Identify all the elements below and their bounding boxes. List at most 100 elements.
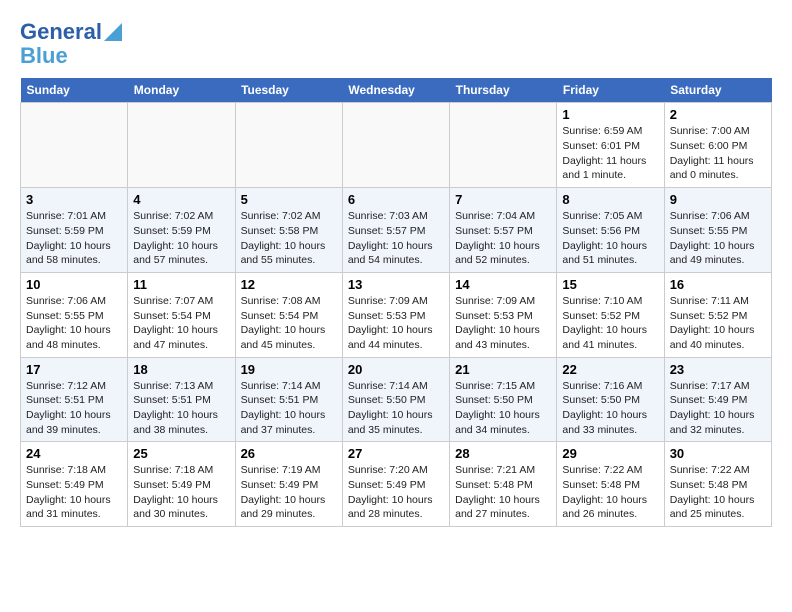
day-info: Sunrise: 7:01 AM Sunset: 5:59 PM Dayligh… — [26, 209, 122, 268]
day-number: 21 — [455, 362, 551, 377]
day-info: Sunrise: 7:13 AM Sunset: 5:51 PM Dayligh… — [133, 379, 229, 438]
day-info: Sunrise: 7:16 AM Sunset: 5:50 PM Dayligh… — [562, 379, 658, 438]
day-number: 27 — [348, 446, 444, 461]
day-number: 16 — [670, 277, 766, 292]
day-number: 17 — [26, 362, 122, 377]
day-number: 9 — [670, 192, 766, 207]
logo: General Blue — [20, 20, 122, 68]
day-info: Sunrise: 7:12 AM Sunset: 5:51 PM Dayligh… — [26, 379, 122, 438]
day-info: Sunrise: 6:59 AM Sunset: 6:01 PM Dayligh… — [562, 124, 658, 183]
calendar-cell — [342, 103, 449, 188]
day-info: Sunrise: 7:17 AM Sunset: 5:49 PM Dayligh… — [670, 379, 766, 438]
col-header-friday: Friday — [557, 78, 664, 103]
day-number: 3 — [26, 192, 122, 207]
day-info: Sunrise: 7:22 AM Sunset: 5:48 PM Dayligh… — [562, 463, 658, 522]
calendar-cell: 6 Sunrise: 7:03 AM Sunset: 5:57 PM Daylig… — [342, 188, 449, 273]
calendar-cell: 22 Sunrise: 7:16 AM Sunset: 5:50 PM Dayli… — [557, 357, 664, 442]
col-header-wednesday: Wednesday — [342, 78, 449, 103]
day-number: 1 — [562, 107, 658, 122]
day-info: Sunrise: 7:18 AM Sunset: 5:49 PM Dayligh… — [26, 463, 122, 522]
day-info: Sunrise: 7:19 AM Sunset: 5:49 PM Dayligh… — [241, 463, 337, 522]
col-header-thursday: Thursday — [450, 78, 557, 103]
col-header-sunday: Sunday — [21, 78, 128, 103]
day-info: Sunrise: 7:04 AM Sunset: 5:57 PM Dayligh… — [455, 209, 551, 268]
day-number: 28 — [455, 446, 551, 461]
calendar-cell: 2Sunrise: 7:00 AM Sunset: 6:00 PM Daylig… — [664, 103, 771, 188]
col-header-monday: Monday — [128, 78, 235, 103]
day-info: Sunrise: 7:22 AM Sunset: 5:48 PM Dayligh… — [670, 463, 766, 522]
day-info: Sunrise: 7:02 AM Sunset: 5:58 PM Dayligh… — [241, 209, 337, 268]
day-info: Sunrise: 7:15 AM Sunset: 5:50 PM Dayligh… — [455, 379, 551, 438]
day-info: Sunrise: 7:03 AM Sunset: 5:57 PM Dayligh… — [348, 209, 444, 268]
calendar-cell: 29 Sunrise: 7:22 AM Sunset: 5:48 PM Dayli… — [557, 442, 664, 527]
day-info: Sunrise: 7:14 AM Sunset: 5:51 PM Dayligh… — [241, 379, 337, 438]
calendar-cell: 14 Sunrise: 7:09 AM Sunset: 5:53 PM Dayli… — [450, 272, 557, 357]
day-number: 29 — [562, 446, 658, 461]
day-number: 14 — [455, 277, 551, 292]
calendar-cell: 4 Sunrise: 7:02 AM Sunset: 5:59 PM Daylig… — [128, 188, 235, 273]
day-info: Sunrise: 7:00 AM Sunset: 6:00 PM Dayligh… — [670, 124, 766, 183]
calendar-cell: 26 Sunrise: 7:19 AM Sunset: 5:49 PM Dayli… — [235, 442, 342, 527]
calendar-cell — [235, 103, 342, 188]
calendar-cell: 24Sunrise: 7:18 AM Sunset: 5:49 PM Dayli… — [21, 442, 128, 527]
logo-triangle-icon — [104, 23, 122, 41]
calendar-cell: 23 Sunrise: 7:17 AM Sunset: 5:49 PM Dayli… — [664, 357, 771, 442]
day-number: 4 — [133, 192, 229, 207]
day-number: 15 — [562, 277, 658, 292]
col-header-saturday: Saturday — [664, 78, 771, 103]
day-number: 12 — [241, 277, 337, 292]
calendar-cell: 25Sunrise: 7:18 AM Sunset: 5:49 PM Dayli… — [128, 442, 235, 527]
day-number: 13 — [348, 277, 444, 292]
day-info: Sunrise: 7:07 AM Sunset: 5:54 PM Dayligh… — [133, 294, 229, 353]
day-info: Sunrise: 7:09 AM Sunset: 5:53 PM Dayligh… — [348, 294, 444, 353]
calendar-cell: 5 Sunrise: 7:02 AM Sunset: 5:58 PM Daylig… — [235, 188, 342, 273]
day-info: Sunrise: 7:10 AM Sunset: 5:52 PM Dayligh… — [562, 294, 658, 353]
day-info: Sunrise: 7:08 AM Sunset: 5:54 PM Dayligh… — [241, 294, 337, 353]
calendar-cell: 28Sunrise: 7:21 AM Sunset: 5:48 PM Dayli… — [450, 442, 557, 527]
day-number: 18 — [133, 362, 229, 377]
day-number: 19 — [241, 362, 337, 377]
page-header: General Blue — [20, 20, 772, 68]
day-number: 20 — [348, 362, 444, 377]
day-info: Sunrise: 7:14 AM Sunset: 5:50 PM Dayligh… — [348, 379, 444, 438]
col-header-tuesday: Tuesday — [235, 78, 342, 103]
day-info: Sunrise: 7:02 AM Sunset: 5:59 PM Dayligh… — [133, 209, 229, 268]
day-number: 30 — [670, 446, 766, 461]
week-row-3: 10 Sunrise: 7:06 AM Sunset: 5:55 PM Dayli… — [21, 272, 772, 357]
calendar-header-row: SundayMondayTuesdayWednesdayThursdayFrid… — [21, 78, 772, 103]
calendar-cell: 19 Sunrise: 7:14 AM Sunset: 5:51 PM Dayli… — [235, 357, 342, 442]
calendar-cell: 11 Sunrise: 7:07 AM Sunset: 5:54 PM Dayli… — [128, 272, 235, 357]
calendar-cell: 10 Sunrise: 7:06 AM Sunset: 5:55 PM Dayli… — [21, 272, 128, 357]
calendar-cell: 8 Sunrise: 7:05 AM Sunset: 5:56 PM Daylig… — [557, 188, 664, 273]
day-number: 6 — [348, 192, 444, 207]
day-number: 23 — [670, 362, 766, 377]
calendar-cell: 12 Sunrise: 7:08 AM Sunset: 5:54 PM Dayli… — [235, 272, 342, 357]
day-number: 8 — [562, 192, 658, 207]
calendar-cell: 30 Sunrise: 7:22 AM Sunset: 5:48 PM Dayli… — [664, 442, 771, 527]
calendar-cell: 18 Sunrise: 7:13 AM Sunset: 5:51 PM Dayli… — [128, 357, 235, 442]
calendar-cell: 9Sunrise: 7:06 AM Sunset: 5:55 PM Daylig… — [664, 188, 771, 273]
logo-general: General — [20, 20, 102, 44]
day-info: Sunrise: 7:06 AM Sunset: 5:55 PM Dayligh… — [26, 294, 122, 353]
calendar-cell: 15 Sunrise: 7:10 AM Sunset: 5:52 PM Dayli… — [557, 272, 664, 357]
calendar-cell — [128, 103, 235, 188]
calendar-cell: 20 Sunrise: 7:14 AM Sunset: 5:50 PM Dayli… — [342, 357, 449, 442]
day-number: 10 — [26, 277, 122, 292]
day-info: Sunrise: 7:09 AM Sunset: 5:53 PM Dayligh… — [455, 294, 551, 353]
day-number: 11 — [133, 277, 229, 292]
calendar-cell: 13 Sunrise: 7:09 AM Sunset: 5:53 PM Dayli… — [342, 272, 449, 357]
calendar-cell: 17 Sunrise: 7:12 AM Sunset: 5:51 PM Dayli… — [21, 357, 128, 442]
day-info: Sunrise: 7:05 AM Sunset: 5:56 PM Dayligh… — [562, 209, 658, 268]
week-row-2: 3 Sunrise: 7:01 AM Sunset: 5:59 PM Daylig… — [21, 188, 772, 273]
calendar-cell — [450, 103, 557, 188]
week-row-4: 17 Sunrise: 7:12 AM Sunset: 5:51 PM Dayli… — [21, 357, 772, 442]
day-number: 22 — [562, 362, 658, 377]
day-number: 26 — [241, 446, 337, 461]
calendar-cell: 21 Sunrise: 7:15 AM Sunset: 5:50 PM Dayli… — [450, 357, 557, 442]
calendar-cell: 16Sunrise: 7:11 AM Sunset: 5:52 PM Dayli… — [664, 272, 771, 357]
week-row-5: 24Sunrise: 7:18 AM Sunset: 5:49 PM Dayli… — [21, 442, 772, 527]
day-number: 5 — [241, 192, 337, 207]
day-info: Sunrise: 7:18 AM Sunset: 5:49 PM Dayligh… — [133, 463, 229, 522]
calendar-cell — [21, 103, 128, 188]
calendar-cell: 7Sunrise: 7:04 AM Sunset: 5:57 PM Daylig… — [450, 188, 557, 273]
